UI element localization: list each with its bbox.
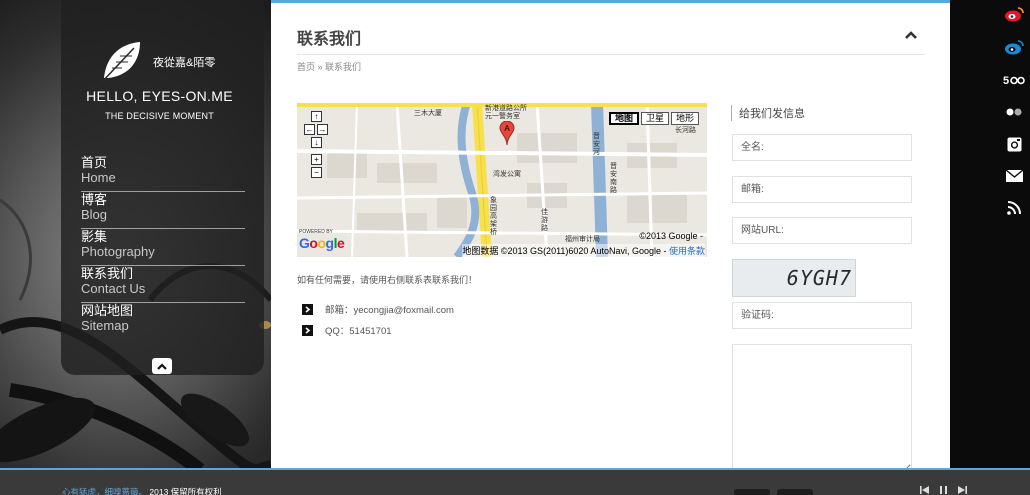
breadcrumb-current: 联系我们	[325, 62, 362, 72]
pause-icon[interactable]	[940, 486, 947, 494]
map-copyright: ©2013 Google -	[639, 231, 703, 241]
map-label: 福州审计局	[565, 236, 600, 243]
500px-icon[interactable]: 5	[1003, 71, 1025, 89]
weibo-red-icon[interactable]	[1003, 5, 1025, 23]
contact-qq: QQ：51451701	[302, 323, 392, 337]
map-pan-up-button[interactable]: ↑	[311, 111, 322, 122]
map-zoom-out-button[interactable]: −	[311, 167, 322, 178]
message-textarea[interactable]	[732, 344, 912, 474]
weibo-blue-icon[interactable]	[1003, 38, 1025, 56]
google-map[interactable]: A 三木大厦 新港道路公所 元一警务室 湾发公寓 福州审计局 象园高架桥 晋安河…	[297, 103, 707, 257]
google-logo[interactable]: Google	[299, 235, 345, 251]
rss-icon[interactable]	[1003, 199, 1025, 217]
map-pan-left-button[interactable]: ←	[304, 124, 315, 135]
footer-copyright: 心有猛虎，细嗅蔷薇。 2013 保留所有权利	[62, 486, 222, 495]
map-data-text: 地图数据 ©2013 GS(2011)6020 AutoNavi, Google…	[462, 246, 669, 256]
footer-motto: 心有猛虎，细嗅蔷薇。	[62, 487, 148, 495]
contact-email-text[interactable]: 邮箱：yecongjia@foxmail.com	[325, 302, 454, 316]
nav-item-label: 影集	[81, 229, 108, 244]
map-label: 三木大厦	[414, 110, 442, 117]
breadcrumb-home-link[interactable]: 首页	[297, 62, 315, 72]
captcha-image[interactable]: 6YGH7	[732, 259, 856, 297]
nav-item-sublabel: Contact Us	[81, 281, 146, 296]
map-type-terrain-button[interactable]: 地形	[670, 112, 699, 125]
map-label: 佳游路	[541, 209, 548, 232]
email-field[interactable]	[732, 176, 912, 203]
site-tagline: THE DECISIVE MOMENT	[105, 111, 214, 121]
url-field[interactable]	[732, 217, 912, 244]
map-zoom-in-button[interactable]: +	[311, 154, 322, 165]
map-label: 晋安河	[593, 133, 600, 156]
nav-item-home[interactable]: 首页 Home	[81, 155, 245, 192]
site-name[interactable]: 夜從嘉&陌零	[153, 54, 215, 70]
nav-item-sublabel: Blog	[81, 207, 108, 222]
map-label: 象园高架桥	[490, 197, 497, 236]
arrow-right-icon	[302, 324, 313, 336]
contact-intro: 如有任何需要，请使用右侧联系表联系我们！	[297, 275, 478, 285]
map-type-satellite-button[interactable]: 卫星	[640, 112, 669, 125]
site-heading[interactable]: HELLO, EYES-ON.ME	[61, 88, 258, 104]
title-divider	[297, 54, 925, 55]
map-terms-link[interactable]: 使用条款	[669, 246, 705, 256]
previous-track-icon[interactable]	[920, 486, 929, 494]
nav-item-label: 博客	[81, 192, 108, 207]
arrow-right-icon	[302, 303, 313, 315]
nav-item-blog[interactable]: 博客 Blog	[81, 192, 245, 229]
captcha-field[interactable]	[732, 302, 912, 329]
footer-tab-button[interactable]	[777, 489, 813, 495]
map-data-notice: 地图数据 ©2013 GS(2011)6020 AutoNavi, Google…	[462, 244, 705, 257]
map-label: 晋安南路	[610, 163, 617, 194]
map-type-map-button[interactable]: 地图	[608, 112, 639, 125]
nav-item-sublabel: Photography	[81, 244, 155, 259]
chevron-up-icon	[157, 362, 167, 370]
contact-email: 邮箱：yecongjia@foxmail.com	[302, 302, 454, 316]
nav-item-label: 首页	[81, 155, 108, 170]
main-nav: 首页 Home 博客 Blog 影集 Photography 联系我们 Cont…	[81, 155, 245, 340]
map-marker-icon[interactable]: A	[499, 121, 515, 145]
nav-item-label: 联系我们	[81, 266, 134, 281]
map-marker-label: A	[504, 124, 510, 133]
sidebar-collapse-button[interactable]	[152, 358, 172, 374]
map-pan-down-button[interactable]: ↓	[311, 137, 322, 148]
nav-item-sublabel: Sitemap	[81, 318, 129, 333]
nav-item-label: 网站地图	[81, 303, 134, 318]
name-field[interactable]	[732, 134, 912, 161]
map-label: 湾发公寓	[493, 171, 521, 178]
form-title: 给我们发信息	[731, 105, 805, 121]
map-label: 新港道路公所 元一警务室	[485, 105, 527, 120]
nav-item-sublabel: Home	[81, 170, 116, 185]
instagram-icon[interactable]	[1003, 135, 1025, 153]
leaf-logo-icon[interactable]	[98, 38, 144, 84]
nav-item-sitemap[interactable]: 网站地图 Sitemap	[81, 303, 245, 340]
nav-item-contact[interactable]: 联系我们 Contact Us	[81, 266, 245, 303]
contact-qq-text: QQ：51451701	[325, 326, 392, 337]
footer-tab-button[interactable]	[734, 489, 770, 495]
footer-rights: 2013 保留所有权利	[149, 487, 222, 495]
map-type-switcher: 地图 卫星 地形	[607, 112, 699, 125]
main-content: 联系我们 首页 » 联系我们 A 三木大厦 新港道路公所 元一警务室 湾发公寓 …	[271, 0, 950, 474]
sidebar-panel: 夜從嘉&陌零 HELLO, EYES-ON.ME THE DECISIVE MO…	[61, 0, 264, 375]
breadcrumb-separator: »	[315, 62, 326, 72]
nav-item-photography[interactable]: 影集 Photography	[81, 229, 245, 266]
next-track-icon[interactable]	[958, 486, 967, 494]
player-controls	[920, 485, 968, 495]
map-pan-right-button[interactable]: →	[317, 124, 328, 135]
page-title: 联系我们	[297, 31, 362, 48]
map-label: 长河路	[675, 127, 696, 134]
svg-text:5: 5	[1003, 75, 1009, 86]
flickr-icon[interactable]	[1003, 103, 1025, 121]
mail-icon[interactable]	[1003, 167, 1025, 185]
breadcrumb: 首页 » 联系我们	[297, 60, 361, 73]
collapse-content-icon[interactable]	[904, 29, 918, 41]
